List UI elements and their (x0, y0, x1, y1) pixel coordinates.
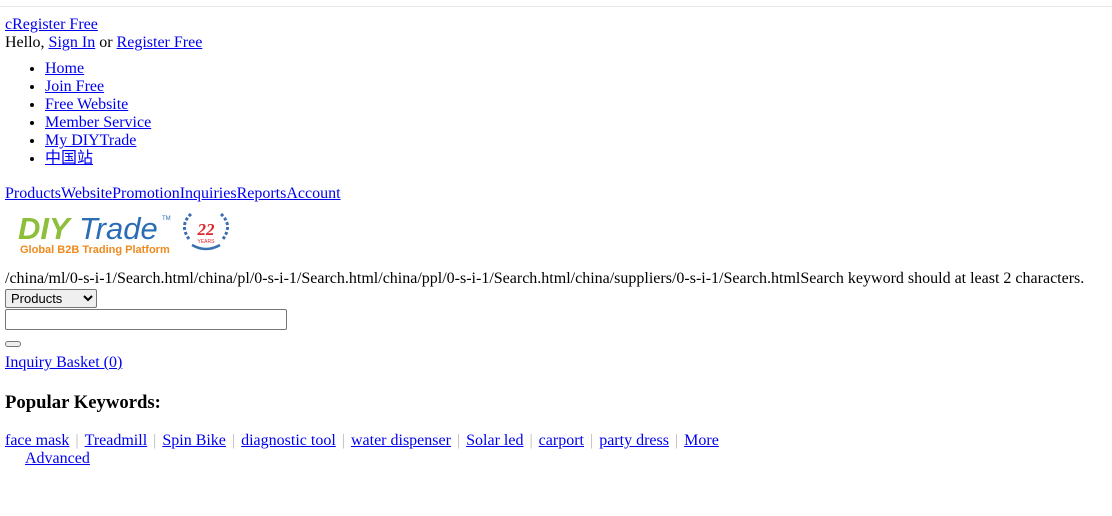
popular-keywords-list: face mask | Treadmill | Spin Bike | diagnostic… (5, 432, 1107, 450)
tab-account[interactable]: Account (286, 185, 340, 202)
tab-website[interactable]: Website (61, 185, 112, 202)
search-paths-text: /china/ml/0-s-i-1/Search.html/china/pl/0… (5, 270, 801, 287)
nav-link-free-website[interactable]: Free Website (45, 96, 128, 113)
years-badge: 22 YEARS (183, 212, 229, 251)
logo-row: DIY Trade TM Global B2B Trading Platform… (5, 209, 1107, 259)
tab-inquiries[interactable]: Inquiries (180, 185, 237, 202)
keyword-link[interactable]: Treadmill (85, 432, 148, 449)
tab-products[interactable]: Products (5, 185, 61, 202)
keyword-link[interactable]: party dress (599, 432, 669, 449)
badge-laurel-right (219, 212, 229, 240)
nav-link-home[interactable]: Home (45, 60, 84, 77)
badge-years: YEARS (198, 239, 216, 245)
nav-link-join-free[interactable]: Join Free (45, 78, 104, 95)
keyword-link[interactable]: water dispenser (351, 432, 451, 449)
keyword-separator: | (341, 432, 345, 449)
nav-item-free-website: Free Website (45, 96, 1107, 114)
greeting-text: Hello, (5, 34, 45, 51)
popular-keywords-heading: Popular Keywords: (5, 392, 161, 413)
nav-link-my-diytrade[interactable]: My DIYTrade (45, 132, 136, 149)
tab-reports[interactable]: Reports (237, 185, 287, 202)
logo-text-trade: Trade (79, 212, 158, 246)
inquiry-basket-link[interactable]: Inquiry Basket (0) (5, 354, 122, 371)
nav-item-join-free: Join Free (45, 78, 1107, 96)
diytrade-logo[interactable]: DIY Trade TM Global B2B Trading Platform… (18, 212, 243, 256)
search-input[interactable] (5, 309, 287, 330)
advanced-search-row: Advanced (25, 450, 1107, 468)
nav-link-member-service[interactable]: Member Service (45, 114, 151, 131)
search-category-select[interactable]: Products (5, 289, 97, 308)
keyword-separator: | (75, 432, 79, 449)
badge-laurel-base (191, 243, 221, 251)
search-meta: /china/ml/0-s-i-1/Search.html/china/pl/0… (5, 270, 1107, 288)
diytrade-wordmark: DIY Trade TM Global B2B Trading Platform (18, 212, 171, 256)
top-divider (0, 0, 1112, 7)
logo-tagline: Global B2B Trading Platform (20, 244, 170, 256)
keyword-separator: | (674, 432, 679, 449)
greeting-row: Hello, Sign In or Register Free (5, 34, 1107, 52)
advanced-search-link[interactable]: Advanced (25, 450, 90, 467)
or-text: or (99, 34, 113, 51)
register-row: cRegister Free (5, 16, 1107, 34)
badge-number: 22 (197, 220, 216, 239)
sign-in-link[interactable]: Sign In (49, 34, 96, 51)
inquiry-basket-row: Inquiry Basket (0) (5, 354, 1107, 372)
account-tabs: ProductsWebsitePromotionInquiriesReports… (5, 185, 1107, 203)
keyword-separator: | (456, 432, 461, 449)
badge-laurel-left (183, 212, 193, 240)
keyword-link[interactable]: diagnostic tool (241, 432, 336, 449)
keyword-link[interactable]: carport (539, 432, 584, 449)
keyword-separator: | (153, 432, 157, 449)
top-nav-list: Home Join Free Free Website Member Servi… (5, 60, 1107, 168)
keyword-link[interactable]: face mask (5, 432, 69, 449)
nav-item-member-service: Member Service (45, 114, 1107, 132)
keyword-separator: | (589, 432, 594, 449)
tab-promotion[interactable]: Promotion (112, 185, 180, 202)
logo-tm: TM (162, 216, 171, 222)
search-button[interactable] (5, 341, 21, 347)
keyword-separator: | (529, 432, 533, 449)
more-keywords-link[interactable]: More (684, 432, 719, 449)
nav-item-home: Home (45, 60, 1107, 78)
keyword-separator: | (231, 432, 236, 449)
nav-item-china-site: 中国站 (45, 150, 1107, 168)
search-validation-msg: Search keyword should at least 2 charact… (800, 270, 1085, 287)
page-content: cRegister Free Hello, Sign In or Registe… (0, 16, 1112, 468)
register-link-top[interactable]: cRegister Free (5, 16, 98, 33)
keyword-link[interactable]: Spin Bike (162, 432, 226, 449)
register-link[interactable]: Register Free (117, 34, 203, 51)
keyword-link[interactable]: Solar led (466, 432, 523, 449)
logo-text-diy: DIY (18, 212, 73, 246)
nav-item-my-diytrade: My DIYTrade (45, 132, 1107, 150)
nav-link-china-site[interactable]: 中国站 (45, 150, 93, 167)
